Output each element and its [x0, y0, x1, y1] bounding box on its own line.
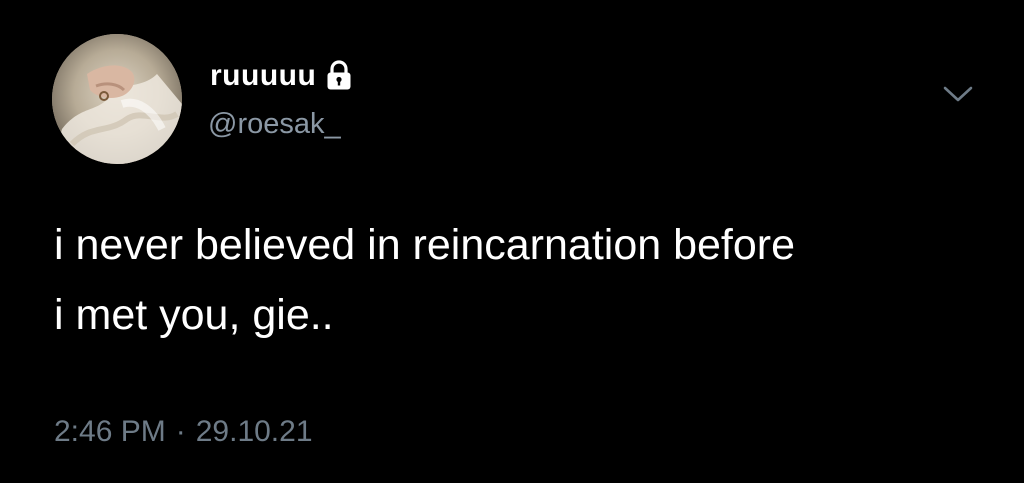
avatar-image	[52, 34, 182, 164]
avatar[interactable]	[52, 34, 182, 164]
chevron-down-icon[interactable]	[942, 84, 974, 104]
meta-separator: ·	[175, 415, 186, 448]
lock-icon	[327, 60, 351, 90]
author-handle[interactable]: @roesak_	[208, 106, 341, 142]
author-name-row: ruuuuu	[210, 56, 352, 96]
tweet-date[interactable]: 29.10.21	[196, 412, 313, 452]
tweet-time[interactable]: 2:46 PM	[54, 412, 166, 452]
display-name[interactable]: ruuuuu	[210, 56, 316, 96]
tweet-card: ruuuuu @roesak_ i never believed in rein…	[0, 0, 1024, 483]
tweet-text: i never believed in reincarnation before…	[54, 221, 796, 339]
tweet-meta: 2:46 PM · 29.10.21	[54, 412, 313, 452]
